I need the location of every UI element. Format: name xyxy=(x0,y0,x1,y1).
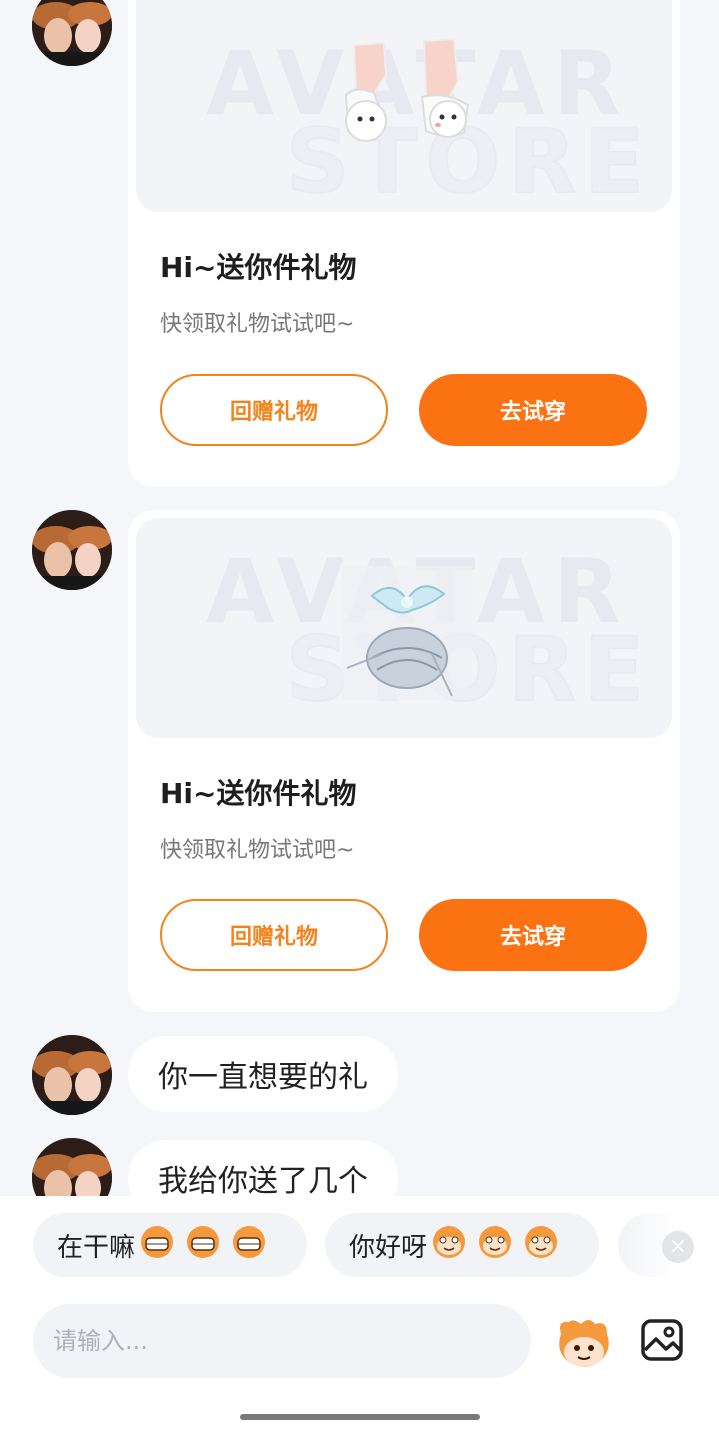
avatar[interactable] xyxy=(32,1035,112,1115)
gift-card: AVATAR STORE Hi~送你件礼物 快领取礼物试试吧~ 回赠礼物 去试穿 xyxy=(128,0,680,487)
gift-shoes-image xyxy=(344,37,470,142)
message-input[interactable] xyxy=(33,1304,531,1378)
gift-card: AVATAR STORE Hi~送你件礼物 快领取礼物试试吧~ 回赠礼物 去试穿 xyxy=(128,510,680,1012)
image-icon[interactable] xyxy=(640,1318,684,1362)
gift-preview[interactable]: AVATAR STORE xyxy=(136,0,672,212)
try-on-button[interactable]: 去试穿 xyxy=(419,899,647,971)
gift-subtitle: 快领取礼物试试吧~ xyxy=(160,312,355,337)
smile-emoji-icon xyxy=(431,1224,561,1267)
quick-reply-label: 你好呀 xyxy=(349,1232,428,1263)
grin-emoji-icon xyxy=(139,1224,269,1267)
message-bubble[interactable]: 你一直想要的礼 xyxy=(128,1036,398,1112)
return-gift-button[interactable]: 回赠礼物 xyxy=(160,899,388,971)
quick-reply-chip[interactable]: 在干嘛 xyxy=(33,1213,307,1277)
quick-reply-label: 在干嘛 xyxy=(57,1232,136,1263)
avatar[interactable] xyxy=(32,510,112,590)
gift-title: Hi~送你件礼物 xyxy=(160,777,357,810)
return-gift-button[interactable]: 回赠礼物 xyxy=(160,374,388,446)
gift-subtitle: 快领取礼物试试吧~ xyxy=(160,838,355,863)
try-on-button[interactable]: 去试穿 xyxy=(419,374,647,446)
close-icon[interactable]: × xyxy=(662,1231,694,1263)
quick-reply-chip[interactable]: 你好呀 xyxy=(325,1213,599,1277)
mascot-emoji-icon[interactable] xyxy=(555,1316,613,1372)
gift-title: Hi~送你件礼物 xyxy=(160,251,357,284)
home-indicator xyxy=(240,1414,480,1420)
gift-preview[interactable]: AVATAR STORE xyxy=(136,518,672,738)
bottom-input-panel: 在干嘛 你好呀 × 请输入... xyxy=(0,1196,719,1434)
gift-accessory-image xyxy=(342,566,472,700)
avatar[interactable] xyxy=(32,0,112,66)
